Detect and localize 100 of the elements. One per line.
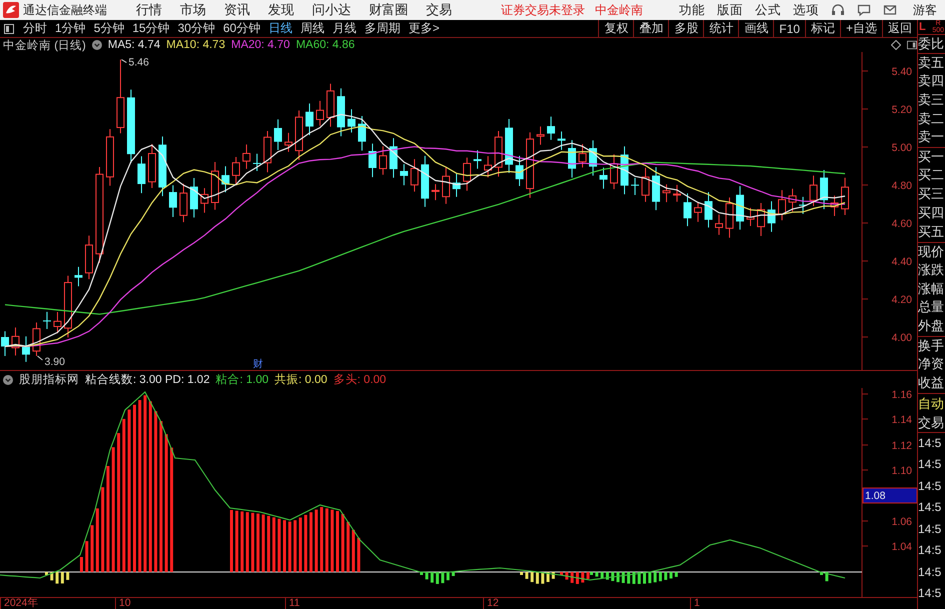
trade-time: 14:5 <box>918 585 942 602</box>
menu-item[interactable]: 发现 <box>259 1 303 19</box>
candlestick <box>211 162 219 210</box>
menu-item[interactable]: 公式 <box>749 2 787 18</box>
menu-item[interactable]: 资讯 <box>215 1 259 19</box>
candlestick <box>799 196 807 214</box>
trade-time: 14:5 <box>918 564 942 581</box>
quote-label: 卖二 <box>918 110 945 128</box>
chat-icon[interactable] <box>857 3 871 17</box>
toolbar-button[interactable]: 返回 <box>882 20 917 38</box>
period-tab[interactable]: 分时 <box>19 20 51 37</box>
candlestick <box>316 100 324 126</box>
price-tick: 5.20 <box>892 104 912 116</box>
quote-label: 换手 <box>918 336 945 356</box>
current-value: 1.08 <box>865 490 886 502</box>
chevron-icon[interactable] <box>92 40 102 50</box>
candlestick <box>788 188 796 212</box>
menu-item[interactable]: 版面 <box>711 2 749 18</box>
candlestick <box>22 336 30 362</box>
toolbar-button[interactable]: 复权 <box>598 20 634 38</box>
indicator-tick: 1.10 <box>892 465 912 477</box>
notice-link[interactable]: 证券交易未登录 <box>501 2 585 18</box>
trade-label[interactable]: 交易 <box>918 412 945 433</box>
toolbar-button[interactable]: 叠加 <box>633 20 668 38</box>
quote-label: 买一 <box>918 147 945 166</box>
period-tab[interactable]: 月线 <box>328 20 360 37</box>
price-tick: 5.40 <box>892 66 912 78</box>
trade-time: 14:5 <box>918 520 942 538</box>
candlestick <box>494 130 502 178</box>
toolbar-button[interactable]: 画线 <box>738 20 774 38</box>
menu-item[interactable]: 问小达 <box>303 1 360 19</box>
ma-legend: MA60: 4.86 <box>296 39 355 51</box>
candlestick <box>474 150 482 170</box>
period-tab[interactable]: 30分钟 <box>174 20 220 37</box>
toolbar-button[interactable]: F10 <box>773 20 805 38</box>
candlestick <box>547 116 555 140</box>
menu-item[interactable]: 选项 <box>787 2 825 18</box>
candlestick <box>242 144 250 170</box>
panel-toggle-icon[interactable] <box>4 24 14 34</box>
quote-label: 净资 <box>918 355 945 374</box>
candlestick <box>169 184 177 218</box>
period-tab[interactable]: 多周期 <box>360 20 404 37</box>
indicator-tick: 1.16 <box>892 389 912 401</box>
period-tab[interactable]: 5分钟 <box>90 20 128 37</box>
candlestick <box>74 266 82 287</box>
indicator-legend: 粘合: 1.00 <box>216 372 268 387</box>
date-label: 10 <box>115 598 131 609</box>
window-icon[interactable] <box>907 40 917 50</box>
quote-label: 委比 <box>918 34 945 53</box>
indicator-legend: 粘合线数: 3.00 PD: 1.02 <box>85 372 210 387</box>
toolbar-button[interactable]: 统计 <box>703 20 738 38</box>
candlestick <box>390 138 398 178</box>
menu-item[interactable]: 行情 <box>127 1 171 19</box>
trade-time: 14:5 <box>918 456 942 474</box>
candlestick <box>642 167 650 202</box>
menu-item[interactable]: 交易 <box>417 1 461 19</box>
event-marker: 财 <box>253 359 263 370</box>
price-tick: 4.80 <box>892 180 912 192</box>
mail-icon[interactable] <box>883 3 897 17</box>
price-tick: 4.20 <box>892 294 912 306</box>
date-label: 1 <box>690 598 700 609</box>
quote-label: 涨跌 <box>918 260 945 279</box>
candlestick <box>620 146 628 195</box>
leader-line <box>121 59 127 64</box>
period-tab[interactable]: 日线 <box>264 20 296 37</box>
candlestick <box>704 192 712 228</box>
toolbar-button[interactable]: +自选 <box>840 20 882 38</box>
candlestick <box>684 192 692 227</box>
period-tab[interactable]: 1分钟 <box>51 20 90 37</box>
candlestick <box>715 214 723 236</box>
period-tab[interactable]: 更多> <box>404 20 444 37</box>
period-tab[interactable]: 60分钟 <box>219 20 264 37</box>
diamond-icon[interactable] <box>891 40 901 50</box>
indicator-legend: 股朋指标网 <box>19 372 79 387</box>
quote-label: 收益 <box>918 374 945 392</box>
auto-mode-label[interactable]: 自动 <box>918 392 945 413</box>
candlestick <box>568 140 576 178</box>
logo-icon <box>3 2 19 18</box>
menu-item[interactable]: 功能 <box>673 2 711 18</box>
quote-label: 现价 <box>918 242 945 261</box>
indicator-tick: 1.06 <box>892 516 912 528</box>
notice-link[interactable]: 中金岭南 <box>595 2 643 18</box>
menu-item[interactable]: 市场 <box>171 1 215 19</box>
headset-icon[interactable] <box>831 3 845 17</box>
candlestick <box>326 83 334 128</box>
toolbar-button[interactable]: 标记 <box>804 20 840 38</box>
period-tab[interactable]: 15分钟 <box>128 20 174 37</box>
candlestick <box>610 154 618 190</box>
candlestick <box>810 175 818 207</box>
chevron-icon[interactable] <box>3 374 13 384</box>
chart-title: 中金岭南 (日线) <box>3 38 86 52</box>
date-label: 12 <box>483 598 499 609</box>
price-tick: 4.00 <box>892 332 912 344</box>
candlestick <box>768 200 776 232</box>
quote-label: 卖一 <box>918 128 945 146</box>
date-label: 11 <box>285 598 300 609</box>
period-tab[interactable]: 周线 <box>296 20 328 37</box>
toolbar-button[interactable]: 多股 <box>668 20 704 38</box>
user-label[interactable]: 游客 <box>913 2 937 18</box>
menu-item[interactable]: 财富圈 <box>360 1 417 19</box>
